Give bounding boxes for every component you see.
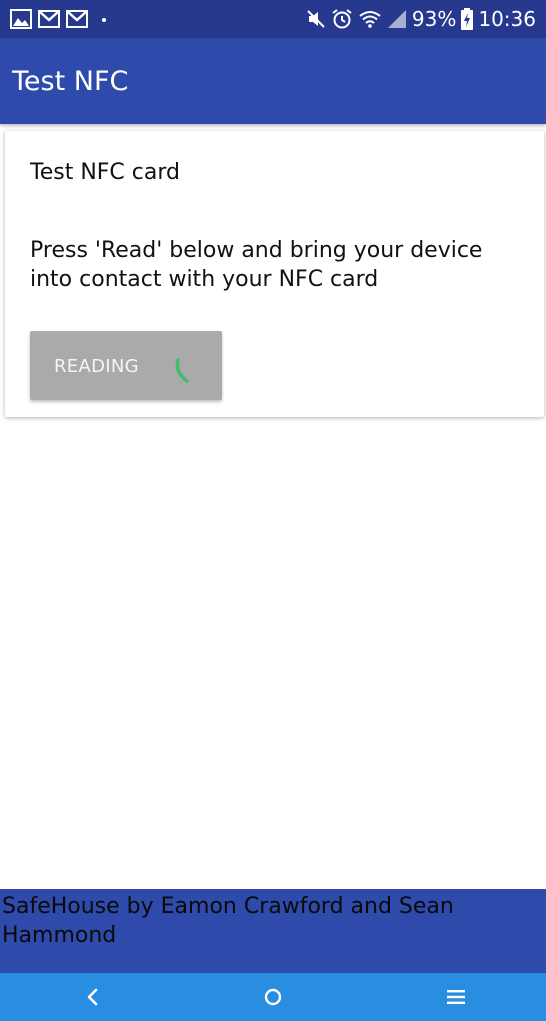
recents-icon — [447, 990, 465, 1004]
wifi-icon — [359, 11, 381, 28]
gmail-icon — [66, 10, 88, 28]
dot-icon — [102, 18, 106, 22]
loading-spinner-icon — [175, 358, 189, 383]
read-button[interactable]: READING — [30, 331, 222, 400]
system-icons: 93% 10:36 — [306, 6, 536, 32]
status-bar: 93% 10:36 — [0, 0, 546, 38]
battery-percent: 93% — [411, 7, 457, 31]
back-icon — [87, 988, 98, 1006]
navigation-bar — [0, 973, 546, 1021]
alarm-icon — [332, 9, 352, 29]
signal-icon — [387, 10, 406, 28]
home-button[interactable] — [253, 981, 293, 1013]
app-bar: Test NFC — [0, 38, 546, 124]
gmail-icon — [38, 10, 60, 28]
footer: SafeHouse by Eamon Crawford and Sean Ham… — [0, 889, 546, 973]
clock: 10:36 — [478, 7, 536, 31]
footer-credits: SafeHouse by Eamon Crawford and Sean Ham… — [2, 894, 454, 948]
card-title: Test NFC card — [30, 160, 180, 185]
home-icon — [264, 988, 282, 1006]
read-button-label: READING — [54, 356, 139, 377]
page-title: Test NFC — [12, 66, 129, 97]
battery-charging-icon — [461, 8, 474, 30]
mute-icon — [307, 10, 325, 28]
photo-icon — [10, 9, 32, 29]
card-instructions: Press 'Read' below and bring your device… — [30, 238, 483, 292]
notification-icons — [10, 8, 110, 30]
back-button[interactable] — [73, 981, 113, 1013]
nfc-card-panel: Test NFC card Press 'Read' below and bri… — [5, 131, 544, 417]
recents-button[interactable] — [436, 981, 476, 1013]
